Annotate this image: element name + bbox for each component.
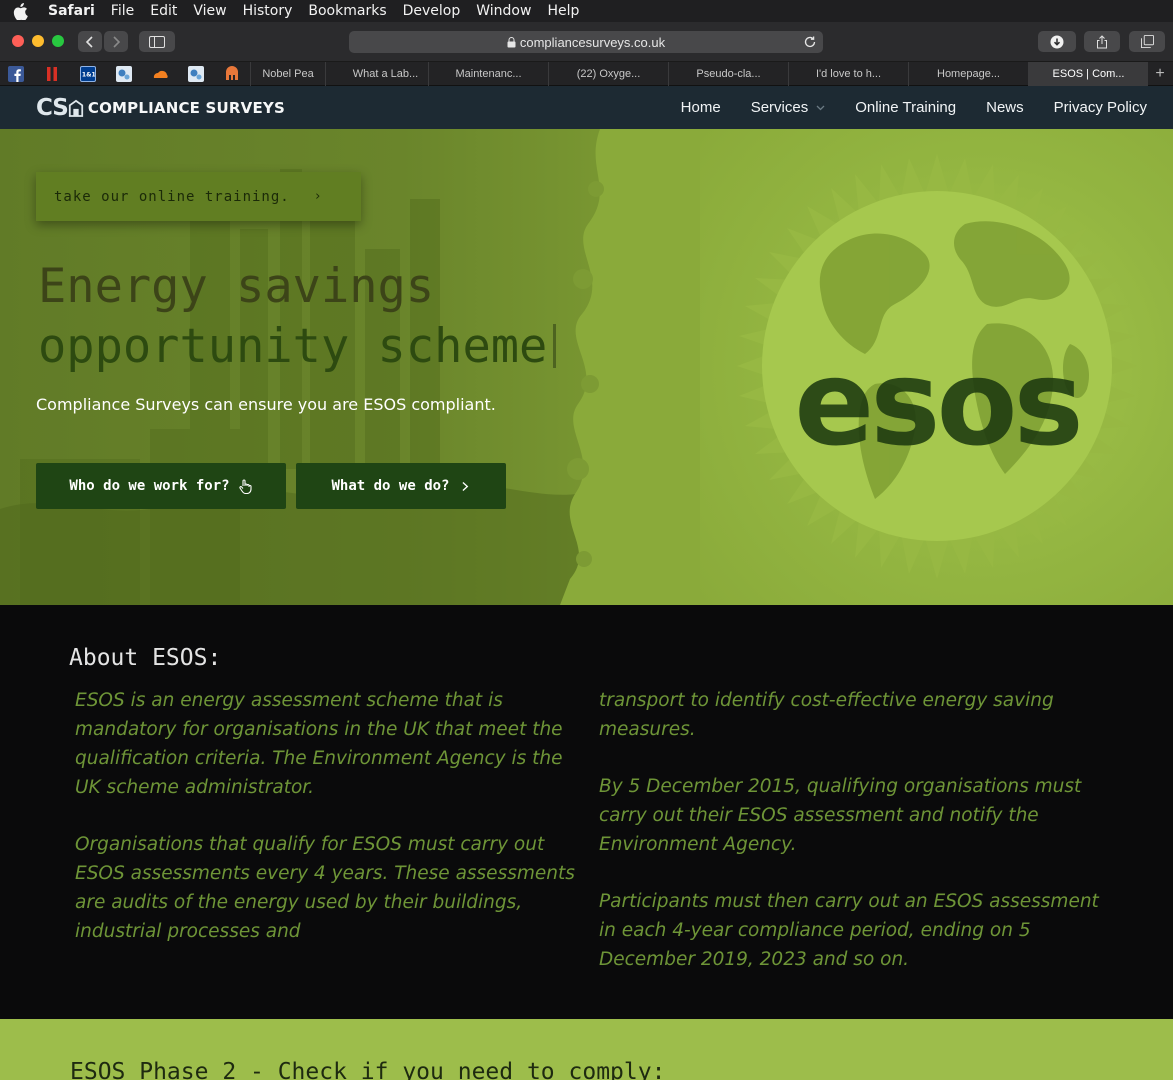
- ionos-bookmark-icon[interactable]: 1&1: [80, 66, 96, 82]
- about-esos-heading: About ESOS:: [69, 645, 222, 671]
- tab-maintenance[interactable]: Maintenanc...: [428, 62, 548, 86]
- gear-bookmark-icon[interactable]: [116, 66, 132, 82]
- nav-home[interactable]: Home: [681, 99, 721, 116]
- typing-cursor: [553, 324, 557, 368]
- logo-mark: CS: [36, 95, 69, 121]
- macos-menu-bar: Safari File Edit View History Bookmarks …: [0, 0, 1173, 22]
- logo-text: COMPLIANCE SURVEYS: [87, 99, 285, 117]
- site-header: CS COMPLIANCE SURVEYS Home Services Onli…: [0, 86, 1173, 129]
- pause-bookmark-icon[interactable]: [44, 66, 60, 82]
- apple-menu-icon[interactable]: [0, 2, 40, 20]
- url-text: compliancesurveys.co.uk: [519, 34, 666, 50]
- about-paragraph: transport to identify cost-effective ene…: [599, 690, 1054, 740]
- tabs-overview-icon: [1140, 35, 1154, 48]
- what-do-we-do-label: What do we do?: [331, 478, 450, 494]
- menu-develop[interactable]: Develop: [395, 0, 469, 22]
- about-paragraph: Organisations that qualify for ESOS must…: [75, 834, 575, 942]
- about-paragraph: ESOS is an energy assessment scheme that…: [75, 690, 563, 798]
- logo-building-icon: [68, 99, 83, 117]
- download-icon: [1050, 35, 1064, 48]
- tab-homepage[interactable]: Homepage...: [908, 62, 1028, 86]
- menu-help[interactable]: Help: [539, 0, 587, 22]
- what-do-we-do-button[interactable]: What do we do?: [296, 463, 506, 509]
- nav-news[interactable]: News: [986, 99, 1024, 116]
- main-nav: Home Services Online Training News Priva…: [651, 86, 1147, 129]
- hero-title-part2: opportunity scheme: [38, 319, 548, 374]
- window-zoom-button[interactable]: [52, 35, 64, 47]
- online-training-label: take our online training.: [54, 188, 290, 205]
- new-tab-button[interactable]: +: [1151, 65, 1169, 83]
- menu-file[interactable]: File: [103, 0, 142, 22]
- hand-pointer-icon: [238, 478, 252, 494]
- tab-id-love-to[interactable]: I'd love to h...: [788, 62, 908, 86]
- forward-button[interactable]: [104, 31, 128, 52]
- about-paragraph: By 5 December 2015, qualifying organisat…: [599, 776, 1082, 855]
- cloud-bookmark-icon[interactable]: [152, 66, 168, 82]
- hero-section: esos take our online training. › Energy …: [0, 129, 1173, 605]
- tab-esos-active[interactable]: ESOS | Com...: [1028, 62, 1148, 86]
- chevron-right-icon: [113, 35, 121, 48]
- sidebar-toggle-button[interactable]: [139, 31, 175, 52]
- tab-nobel-pea[interactable]: Nobel Pea: [250, 62, 325, 86]
- who-do-we-work-for-label: Who do we work for?: [69, 478, 230, 494]
- window-minimize-button[interactable]: [32, 35, 44, 47]
- menu-window[interactable]: Window: [468, 0, 539, 22]
- tab-overview-button[interactable]: [1129, 31, 1165, 52]
- esos-globe-logo: esos: [725, 154, 1150, 583]
- about-esos-section: About ESOS: ESOS is an energy assessment…: [0, 605, 1173, 1019]
- nav-online-training-label: Online Training: [855, 99, 957, 116]
- nav-home-label: Home: [680, 99, 721, 116]
- share-button[interactable]: [1084, 31, 1120, 52]
- menu-view[interactable]: View: [185, 0, 234, 22]
- menu-history[interactable]: History: [235, 0, 301, 22]
- menu-safari[interactable]: Safari: [40, 0, 103, 22]
- who-do-we-work-for-button[interactable]: Who do we work for?: [36, 463, 286, 509]
- reload-icon[interactable]: [803, 35, 817, 49]
- nav-privacy-policy[interactable]: Privacy Policy: [1054, 99, 1147, 116]
- esos-phase2-section: ESOS Phase 2 - Check if you need to comp…: [0, 1019, 1173, 1080]
- nav-privacy-policy-label: Privacy Policy: [1053, 99, 1147, 116]
- nav-online-training[interactable]: Online Training: [855, 99, 956, 116]
- nav-services-label: Services: [750, 99, 809, 116]
- menu-edit[interactable]: Edit: [142, 0, 185, 22]
- chevron-left-icon: [85, 35, 93, 48]
- browser-toolbar: compliancesurveys.co.uk: [0, 22, 1173, 62]
- about-column-right: transport to identify cost-effective ene…: [599, 686, 1109, 1002]
- tab-what-a-lab[interactable]: What a Lab...: [325, 62, 445, 86]
- nav-news-label: News: [986, 99, 1024, 116]
- facebook-bookmark-icon[interactable]: [8, 66, 24, 82]
- back-button[interactable]: [78, 31, 102, 52]
- chevron-right-icon: [461, 481, 468, 491]
- about-paragraph: Participants must then carry out an ESOS…: [599, 891, 1099, 970]
- tab-pseudo-classes[interactable]: Pseudo-cla...: [668, 62, 788, 86]
- gear-bookmark-2-icon[interactable]: [188, 66, 204, 82]
- share-icon: [1097, 34, 1107, 48]
- globe-esos-text: esos: [794, 334, 1080, 472]
- hero-title-part1: Energy savings: [38, 259, 435, 314]
- phase2-heading: ESOS Phase 2 - Check if you need to comp…: [70, 1059, 666, 1080]
- lock-icon: [507, 36, 516, 47]
- tab-oxygen[interactable]: (22) Oxyge...: [548, 62, 668, 86]
- online-training-button[interactable]: take our online training. ›: [36, 172, 361, 221]
- svg-text:1&1: 1&1: [82, 72, 95, 79]
- chevron-right-icon: ›: [313, 189, 323, 204]
- address-bar[interactable]: compliancesurveys.co.uk: [349, 31, 823, 53]
- site-logo[interactable]: CS COMPLIANCE SURVEYS: [36, 95, 285, 121]
- nav-services[interactable]: Services: [751, 99, 826, 116]
- elephant-bookmark-icon[interactable]: [224, 66, 240, 82]
- hero-title: Energy savings opportunity scheme: [38, 257, 758, 377]
- downloads-button[interactable]: [1038, 31, 1076, 52]
- hero-subtitle: Compliance Surveys can ensure you are ES…: [36, 395, 496, 414]
- about-column-left: ESOS is an energy assessment scheme that…: [75, 686, 585, 974]
- sidebar-icon: [149, 35, 165, 48]
- window-close-button[interactable]: [12, 35, 24, 47]
- tab-bar: 1&1 Nobel Pea What a Lab... Maintenanc..…: [0, 62, 1173, 86]
- chevron-down-icon: [816, 105, 825, 111]
- menu-bookmarks[interactable]: Bookmarks: [300, 0, 394, 22]
